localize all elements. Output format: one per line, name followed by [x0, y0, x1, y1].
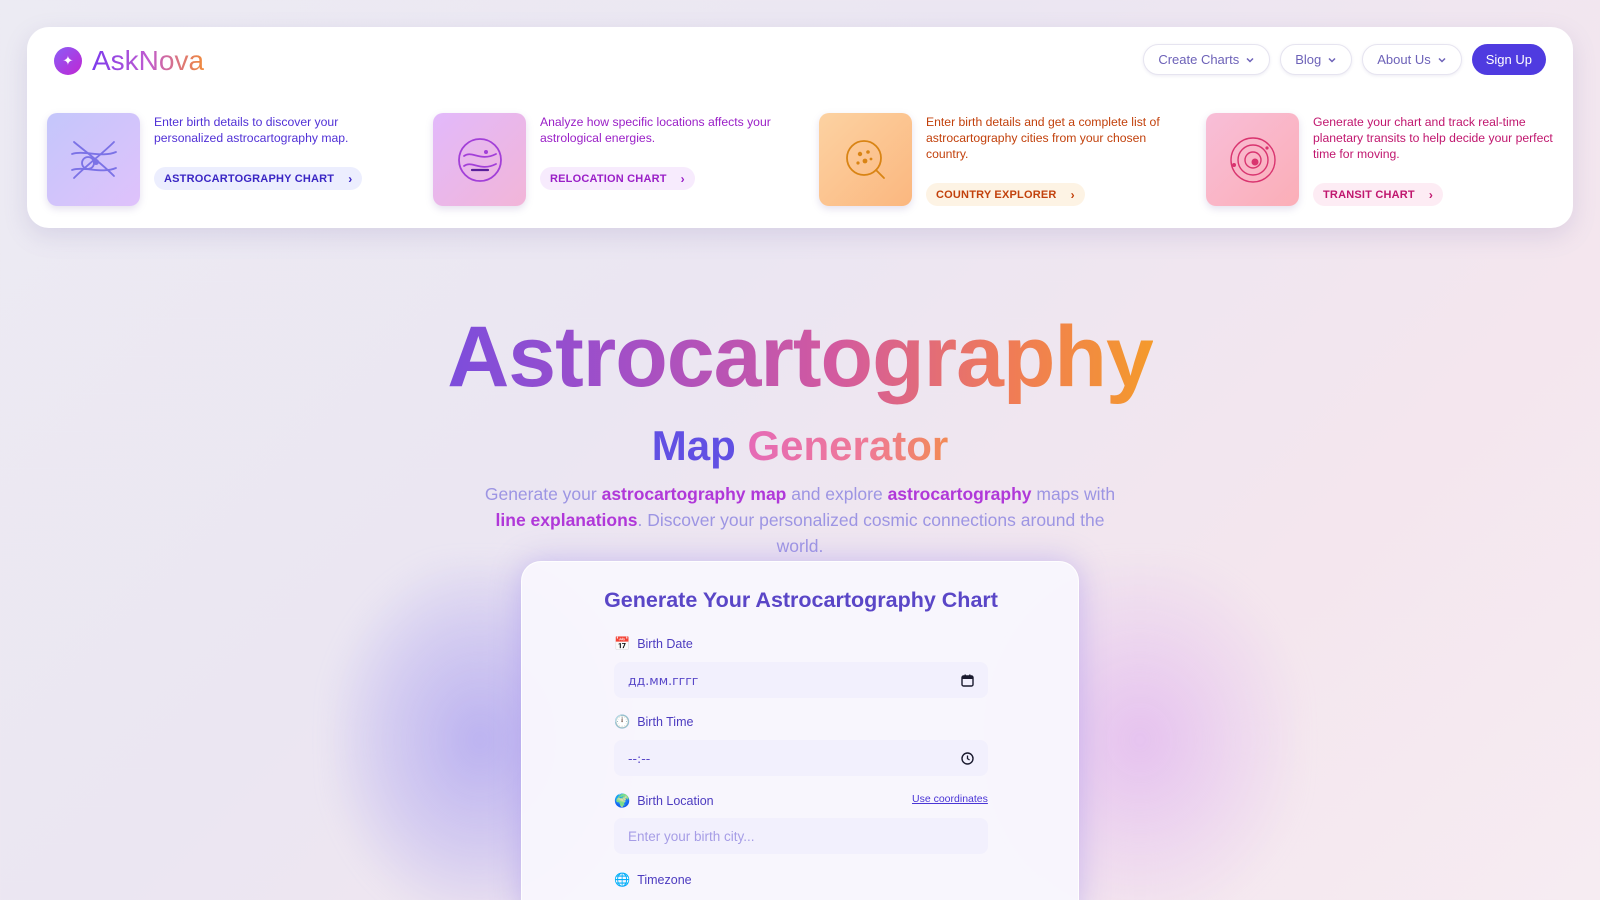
chevron-down-icon [1328, 57, 1336, 63]
blog-dropdown[interactable]: Blog [1280, 44, 1353, 75]
feature-astrocartography[interactable]: Enter birth details to discover your per… [47, 113, 407, 207]
hero-description: Generate your astrocartography map and e… [470, 481, 1130, 559]
transit-chart-link[interactable]: TRANSIT CHART › [1313, 183, 1444, 206]
birth-date-label: 📅 Birth Date [614, 636, 693, 652]
timezone-label-text: Timezone [637, 873, 692, 887]
feature-description: Generate your chart and track real-time … [1313, 115, 1553, 162]
feature-description: Enter birth details to discover your per… [154, 115, 349, 146]
blog-label: Blog [1295, 52, 1322, 67]
orbit-icon [1206, 113, 1299, 206]
sign-up-button[interactable]: Sign Up [1471, 44, 1546, 75]
desc-highlight-1: astrocartography map [601, 484, 787, 504]
astrocartography-chart-link[interactable]: ASTROCARTOGRAPHY CHART › [154, 167, 363, 190]
feature-cta-label: TRANSIT CHART [1323, 188, 1415, 201]
desc-text-3: maps with [1031, 484, 1116, 504]
feature-transit[interactable]: Generate your chart and track real-time … [1206, 113, 1566, 207]
desc-text-1: Generate your [484, 484, 602, 504]
globe-grid-icon: 🌐 [614, 872, 631, 887]
crossing-lines-icon [47, 113, 140, 206]
feature-list: Enter birth details to discover your per… [47, 113, 1557, 207]
birth-time-input[interactable]: --:-- [614, 740, 988, 776]
chart-form-card: Generate Your Astrocartography Chart 📅 B… [521, 561, 1079, 900]
use-coordinates-link[interactable]: Use coordinates [912, 793, 988, 805]
desc-text-2: and explore [786, 484, 888, 504]
brand-name: AskNova [92, 45, 205, 76]
desc-highlight-2: astrocartography [887, 484, 1032, 504]
feature-country-explorer[interactable]: Enter birth details and get a complete l… [819, 113, 1179, 207]
birth-time-value: --:-- [628, 750, 651, 766]
create-charts-dropdown[interactable]: Create Charts [1143, 44, 1271, 75]
chevron-down-icon [1246, 57, 1254, 63]
chevron-right-icon: › [1428, 187, 1434, 202]
feature-description: Analyze how specific locations affects y… [540, 115, 771, 146]
relocation-chart-link[interactable]: RELOCATION CHART › [540, 167, 695, 190]
hero-subtitle: Map Generator [0, 420, 1600, 472]
feature-cta-label: COUNTRY EXPLORER [936, 188, 1057, 201]
birth-date-input[interactable]: дд.мм.гггг [614, 662, 988, 698]
hero-subtitle-word2: Generator [747, 422, 949, 469]
birth-location-label-text: Birth Location [637, 794, 714, 808]
birth-location-placeholder: Enter your birth city... [628, 828, 755, 844]
desc-text-4: . Discover your personalized cosmic conn… [637, 510, 1105, 556]
about-us-dropdown[interactable]: About Us [1362, 44, 1462, 75]
feature-relocation[interactable]: Analyze how specific locations affects y… [433, 113, 793, 207]
birth-time-label-text: Birth Time [637, 715, 694, 729]
nav-bar: Create Charts Blog About Us Sign Up [1143, 44, 1546, 75]
time-picker-icon[interactable] [961, 751, 974, 765]
calendar-icon: 📅 [614, 636, 631, 651]
timezone-label: 🌐 Timezone [614, 872, 692, 888]
form-title: Generate Your Astrocartography Chart [604, 588, 998, 612]
about-us-label: About Us [1377, 52, 1431, 67]
globe-search-icon [819, 113, 912, 206]
country-explorer-link[interactable]: COUNTRY EXPLORER › [926, 183, 1085, 206]
feature-cta-label: RELOCATION CHART [550, 172, 667, 185]
feature-description: Enter birth details and get a complete l… [926, 115, 1160, 162]
desc-highlight-3: line explanations [495, 510, 638, 530]
clock-icon: 🕛 [614, 714, 631, 729]
birth-location-label: 🌍 Birth Location [614, 793, 714, 809]
create-charts-label: Create Charts [1158, 52, 1240, 67]
feature-cta-label: ASTROCARTOGRAPHY CHART [164, 172, 335, 185]
chevron-right-icon: › [680, 171, 685, 186]
chevron-down-icon [1438, 57, 1446, 63]
calendar-picker-icon[interactable] [961, 674, 974, 687]
globe-icon: 🌍 [614, 793, 631, 808]
chevron-right-icon: › [1070, 187, 1075, 202]
hero-subtitle-word1: Map [651, 422, 736, 469]
birth-date-value: дд.мм.гггг [628, 672, 699, 688]
hero-title: Astrocartography [0, 307, 1600, 407]
birth-location-input[interactable]: Enter your birth city... [614, 818, 988, 854]
birth-date-label-text: Birth Date [637, 637, 693, 651]
birth-time-label: 🕛 Birth Time [614, 714, 693, 730]
brand[interactable]: ✦ AskNova [54, 45, 204, 77]
globe-waves-icon [433, 113, 526, 206]
hero-title-text: Astrocartography [447, 309, 1154, 405]
sparkle-icon: ✦ [54, 47, 82, 75]
header-card: ✦ AskNova Create Charts Blog About Us Si… [27, 27, 1573, 228]
chevron-right-icon: › [348, 171, 353, 186]
